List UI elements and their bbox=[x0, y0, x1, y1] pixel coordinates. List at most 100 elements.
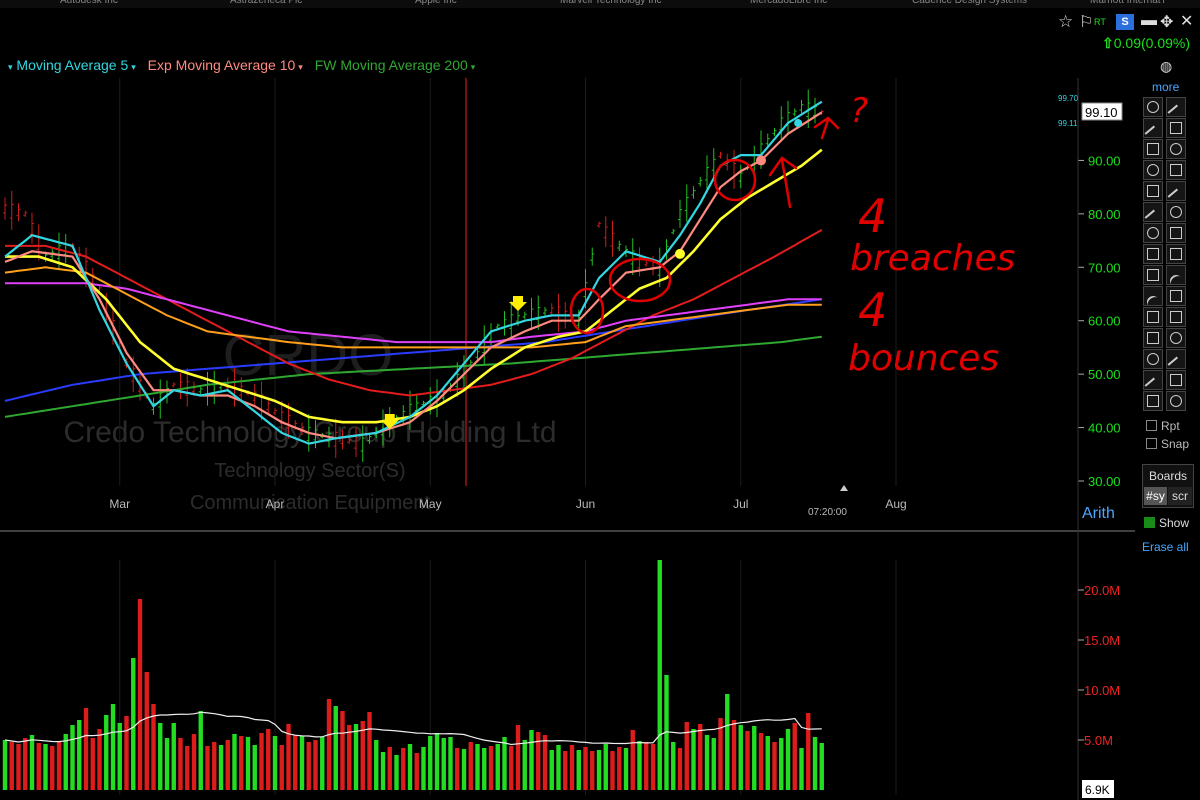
drawing-tool-button[interactable] bbox=[1166, 370, 1186, 390]
drawing-tool-button[interactable] bbox=[1166, 160, 1186, 180]
volume-bar bbox=[704, 735, 710, 790]
volume-bar bbox=[731, 720, 737, 790]
volume-bar bbox=[367, 712, 372, 790]
drawing-tool-button[interactable] bbox=[1143, 286, 1163, 311]
volume-bar bbox=[596, 750, 602, 790]
drawing-tool-button[interactable] bbox=[1143, 328, 1163, 348]
drawing-tool-button[interactable] bbox=[1166, 349, 1186, 374]
drawing-tool-button[interactable] bbox=[1143, 244, 1163, 264]
drawing-tool-button[interactable] bbox=[1143, 181, 1163, 201]
red-arrow-annotation bbox=[813, 116, 840, 140]
volume-tick-label: 5.0M bbox=[1084, 733, 1113, 748]
drawing-tool-button[interactable] bbox=[1166, 265, 1186, 290]
chevron-down-icon[interactable]: ▾ bbox=[298, 62, 303, 72]
volume-bar bbox=[495, 744, 500, 790]
drawing-tool-button[interactable] bbox=[1143, 391, 1163, 411]
yellow-dot-marker bbox=[675, 248, 685, 259]
snap-checkbox[interactable]: Snap bbox=[1146, 437, 1189, 451]
volume-bar bbox=[43, 744, 48, 790]
volume-bar bbox=[434, 733, 440, 790]
more-link[interactable]: more bbox=[1152, 80, 1179, 94]
palette-icon[interactable]: ◍ bbox=[1160, 58, 1172, 75]
indicator-ma5[interactable]: ▾ Moving Average 5 ▾ bbox=[8, 57, 136, 73]
x-tick-label: Jun bbox=[576, 497, 595, 511]
drawing-tool-button[interactable] bbox=[1166, 181, 1186, 206]
ma-line-magenta bbox=[5, 282, 822, 344]
volume-bar bbox=[90, 738, 95, 790]
indicator-ema10[interactable]: Exp Moving Average 10 ▾ bbox=[148, 57, 303, 73]
ma-line-blue bbox=[4, 298, 822, 402]
drawing-tool-button[interactable] bbox=[1166, 202, 1186, 222]
board-tab-scr[interactable]: scr bbox=[1168, 487, 1192, 505]
volume-bar bbox=[779, 738, 784, 790]
drawing-tool-button[interactable] bbox=[1166, 223, 1186, 243]
ma-line-yellow bbox=[5, 148, 823, 424]
rpt-checkbox[interactable]: Rpt bbox=[1146, 419, 1180, 433]
volume-bar bbox=[698, 724, 703, 790]
flag-icon[interactable]: ⚐ bbox=[1079, 12, 1093, 32]
drawing-tool-button[interactable] bbox=[1166, 307, 1186, 327]
drawing-tool-button[interactable] bbox=[1166, 328, 1186, 348]
drawing-tool-button[interactable] bbox=[1166, 391, 1186, 411]
save-icon[interactable]: ▬ bbox=[1141, 12, 1157, 30]
tool-icon bbox=[1147, 332, 1159, 344]
drawing-tool-button[interactable] bbox=[1143, 307, 1163, 327]
drawing-tool-button[interactable] bbox=[1166, 97, 1186, 122]
drawing-tool-button[interactable] bbox=[1143, 202, 1163, 227]
volume-bar bbox=[414, 753, 419, 790]
star-icon[interactable]: ☆ bbox=[1058, 12, 1073, 32]
close-icon[interactable]: ✕ bbox=[1180, 11, 1193, 31]
volume-bar bbox=[806, 713, 811, 790]
volume-bar bbox=[630, 730, 635, 790]
boards-panel: Boards #sy scr bbox=[1142, 464, 1194, 508]
drawing-tool-button[interactable] bbox=[1166, 118, 1186, 138]
volume-bar bbox=[468, 742, 473, 790]
drawing-tool-button[interactable] bbox=[1143, 223, 1163, 243]
ma-line-exp-moving-average-10 bbox=[4, 111, 823, 440]
chevron-down-icon[interactable]: ▾ bbox=[471, 62, 476, 72]
volume-bar bbox=[137, 599, 143, 790]
volume-bar bbox=[644, 742, 649, 790]
drawing-tool-button[interactable] bbox=[1166, 139, 1186, 159]
indicator-fw-ma200[interactable]: FW Moving Average 200 ▾ bbox=[315, 57, 476, 73]
volume-bar bbox=[245, 737, 251, 790]
erase-all-link[interactable]: Erase all bbox=[1142, 540, 1189, 554]
tool-icon bbox=[1170, 248, 1182, 260]
volume-bar bbox=[104, 715, 109, 790]
s-button[interactable]: S bbox=[1116, 14, 1134, 30]
volume-bar bbox=[272, 736, 278, 790]
drawing-tool-button[interactable] bbox=[1143, 265, 1163, 285]
low-price-label: 99.11 bbox=[1058, 119, 1078, 128]
volume-bar bbox=[394, 755, 399, 790]
volume-bar bbox=[522, 740, 527, 790]
board-tab-sy[interactable]: #sy bbox=[1144, 487, 1167, 505]
drawing-tool-button[interactable] bbox=[1166, 286, 1186, 306]
drawing-tool-button[interactable] bbox=[1143, 118, 1163, 143]
drawing-tool-button[interactable] bbox=[1166, 244, 1186, 264]
volume-last-label: 6.9K bbox=[1085, 783, 1110, 797]
drawing-tool-button[interactable] bbox=[1143, 97, 1163, 117]
drawing-tool-button[interactable] bbox=[1143, 139, 1163, 159]
drawing-tool-button[interactable] bbox=[1143, 349, 1163, 369]
tool-icon bbox=[1147, 143, 1159, 155]
tool-icon bbox=[1170, 311, 1182, 323]
y-tick-label: 60.00 bbox=[1088, 314, 1121, 329]
volume-bar bbox=[259, 733, 264, 790]
volume-bar bbox=[360, 721, 365, 790]
move-icon[interactable]: ✥ bbox=[1160, 12, 1173, 32]
volume-bar bbox=[23, 738, 28, 790]
volume-bar bbox=[144, 672, 149, 790]
drawing-tool-button[interactable] bbox=[1143, 160, 1163, 180]
price-bars bbox=[3, 89, 824, 462]
volume-bar bbox=[401, 748, 406, 790]
chevron-down-icon[interactable]: ▾ bbox=[131, 62, 136, 72]
show-checkbox[interactable]: Show bbox=[1144, 516, 1189, 530]
tool-icon bbox=[1170, 227, 1182, 239]
volume-bar bbox=[502, 737, 507, 790]
volume-bar bbox=[799, 748, 804, 790]
volume-bar bbox=[637, 741, 642, 790]
drawing-tool-button[interactable] bbox=[1143, 370, 1163, 395]
scale-mode-link[interactable]: Arith bbox=[1082, 505, 1115, 523]
red-pen-text: 4 bbox=[858, 189, 887, 243]
volume-bar bbox=[50, 746, 55, 790]
